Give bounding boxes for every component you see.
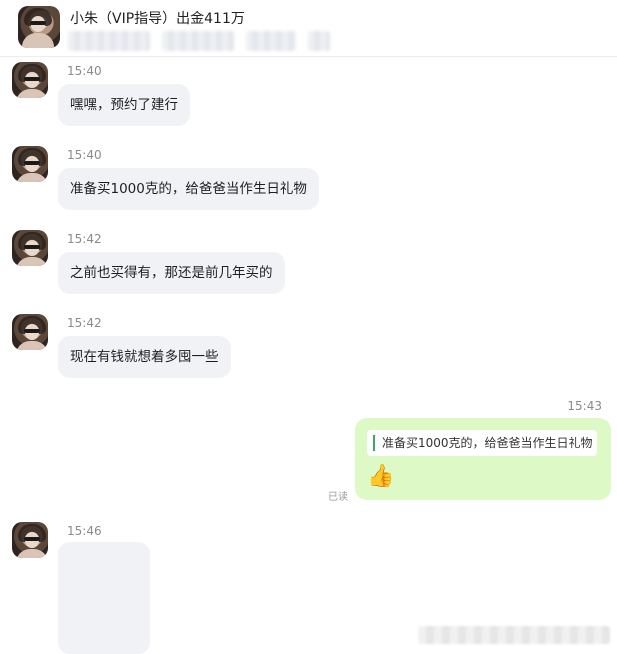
sender-avatar[interactable] bbox=[12, 146, 48, 182]
message-time: 15:43 bbox=[567, 399, 602, 413]
sender-avatar[interactable] bbox=[12, 314, 48, 350]
message-bubble[interactable]: 准备买1000克的，给爸爸当作生日礼物 bbox=[58, 168, 319, 210]
quoted-text: 准备买1000克的，给爸爸当作生日礼物 bbox=[382, 436, 593, 450]
message-time: 15:46 bbox=[67, 524, 102, 538]
image-placeholder[interactable] bbox=[58, 542, 150, 654]
contact-avatar[interactable] bbox=[18, 6, 60, 48]
read-status: 已读 bbox=[328, 492, 348, 503]
message-time: 15:42 bbox=[67, 316, 102, 330]
sender-avatar[interactable] bbox=[12, 62, 48, 98]
quoted-message[interactable]: 准备买1000克的，给爸爸当作生日礼物 bbox=[367, 430, 597, 456]
chat-header: 小朱（VIP指导）出金411万 bbox=[0, 0, 617, 57]
sender-avatar[interactable] bbox=[12, 522, 48, 558]
message-time: 15:40 bbox=[67, 148, 102, 162]
thumbs-up-icon: 👍 bbox=[367, 464, 395, 489]
blurred-subtitle bbox=[68, 31, 348, 51]
watermark bbox=[418, 626, 610, 644]
message-bubble[interactable]: 现在有钱就想着多囤一些 bbox=[58, 336, 231, 378]
quote-bar bbox=[373, 435, 375, 451]
message-bubble[interactable]: 之前也买得有，那还是前几年买的 bbox=[58, 252, 285, 294]
message-bubble[interactable]: 嘿嘿，预约了建行 bbox=[58, 84, 190, 126]
message-time: 15:42 bbox=[67, 232, 102, 246]
message-outgoing[interactable]: 准备买1000克的，给爸爸当作生日礼物 👍 bbox=[355, 418, 611, 500]
message-time: 15:40 bbox=[67, 64, 102, 78]
chat-title: 小朱（VIP指导）出金411万 bbox=[70, 11, 245, 27]
sender-avatar[interactable] bbox=[12, 230, 48, 266]
